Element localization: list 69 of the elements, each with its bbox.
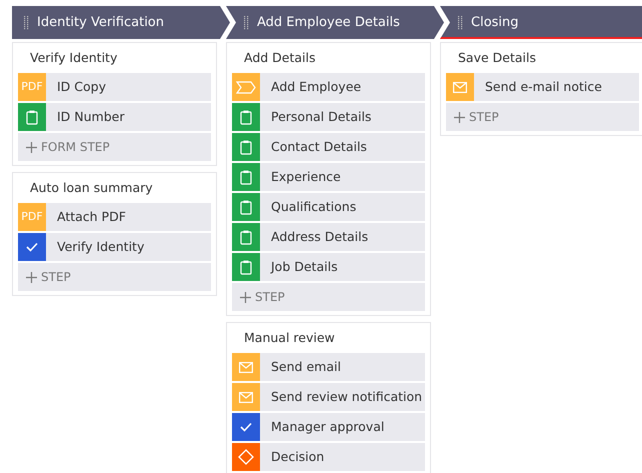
step-label: Send review notification (270, 388, 422, 406)
process-title: Verify Identity (29, 49, 118, 67)
check-icon (18, 233, 46, 261)
step-label: Send e-mail notice (484, 78, 602, 96)
stage-title: Closing (471, 14, 519, 32)
process-title: Add Details (243, 49, 317, 67)
clipboard-icon (232, 133, 260, 161)
step-label: Experience (270, 168, 341, 186)
clipboard-icon (232, 103, 260, 131)
plus-icon (240, 292, 251, 302)
step-item[interactable]: PDF ID Copy (18, 73, 211, 101)
step-label: ID Number (56, 108, 124, 126)
step-label: Personal Details (270, 108, 372, 126)
step-item[interactable]: ID Number (18, 103, 211, 131)
step-label: Verify Identity (56, 238, 144, 256)
step-item[interactable]: Personal Details (232, 103, 425, 131)
plus-icon (26, 142, 37, 152)
step-item[interactable]: Add Employee (232, 73, 425, 101)
drag-handle-icon[interactable] (458, 16, 463, 30)
drag-handle-icon[interactable] (24, 16, 29, 30)
step-item[interactable]: Experience (232, 163, 425, 191)
stage-header[interactable]: Identity Verification (12, 6, 230, 39)
step-label: Add Employee (270, 78, 362, 96)
clipboard-icon (232, 253, 260, 281)
step-label: Qualifications (270, 198, 356, 216)
step-label: Decision (270, 448, 324, 466)
step-label: Send email (270, 358, 341, 376)
check-icon (232, 413, 260, 441)
step-item[interactable]: Verify Identity (18, 233, 211, 261)
pdf-badge: PDF (18, 203, 46, 231)
step-item[interactable]: Qualifications (232, 193, 425, 221)
plus-icon (26, 272, 37, 282)
clipboard-icon (232, 193, 260, 221)
envelope-icon (232, 383, 260, 411)
step-item[interactable]: Send review notification (232, 383, 425, 411)
add-step-button[interactable]: STEP (232, 283, 425, 311)
pdf-badge: PDF (18, 73, 46, 101)
chevron-icon (232, 73, 260, 101)
stage-header[interactable]: Add Employee Details (226, 6, 444, 39)
plus-icon (454, 112, 465, 122)
process-title: Auto loan summary (29, 179, 154, 197)
envelope-icon (446, 73, 474, 101)
step-label: Manager approval (270, 418, 384, 436)
add-step-button[interactable]: STEP (446, 103, 639, 131)
clipboard-icon (232, 163, 260, 191)
step-item[interactable]: Send email (232, 353, 425, 381)
step-item[interactable]: Job Details (232, 253, 425, 281)
step-item[interactable]: Decision (232, 443, 425, 471)
stage-title: Identity Verification (37, 14, 164, 32)
step-label: Contact Details (270, 138, 367, 156)
add-step-button[interactable]: FORM STEP (18, 133, 211, 161)
process-title: Manual review (243, 329, 336, 347)
step-item[interactable]: Send e-mail notice (446, 73, 639, 101)
clipboard-icon (232, 223, 260, 251)
step-item[interactable]: Contact Details (232, 133, 425, 161)
step-item[interactable]: Manager approval (232, 413, 425, 441)
step-label: Address Details (270, 228, 368, 246)
step-label: Job Details (269, 258, 338, 276)
step-item[interactable]: Address Details (232, 223, 425, 251)
envelope-icon (232, 353, 260, 381)
stage-header[interactable]: Closing (440, 6, 642, 39)
add-step-button[interactable]: STEP (18, 263, 211, 291)
stage-title: Add Employee Details (257, 14, 400, 32)
drag-handle-icon[interactable] (244, 16, 249, 30)
clipboard-icon (18, 103, 46, 131)
step-label: Attach PDF (56, 208, 126, 226)
step-label: ID Copy (56, 78, 106, 96)
process-title: Save Details (457, 49, 537, 67)
step-item[interactable]: PDF Attach PDF (18, 203, 211, 231)
